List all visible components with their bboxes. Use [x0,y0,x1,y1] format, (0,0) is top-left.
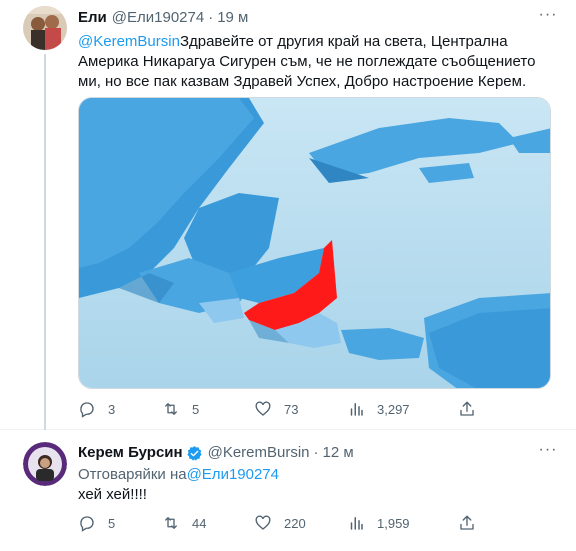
tweet-original[interactable]: Ели @Ели190274 · 19 м ··· @KeremBursinЗд… [0,0,576,430]
views-chart-icon [350,517,363,530]
share-icon [460,515,474,530]
replying-to-label: Отговаряйки на [78,466,187,483]
views-chart-icon [350,403,363,416]
views-button[interactable]: 1,959 [347,514,410,532]
separator-dot: · [313,444,319,461]
retweet-count: 5 [192,401,200,417]
avatar[interactable] [23,442,67,486]
timestamp[interactable]: 12 м [323,443,354,463]
tweet-text: хей хей!!!! [78,486,147,503]
author-handle[interactable]: @KeremBursin [208,443,310,463]
verified-badge-icon [187,445,202,461]
avatar[interactable] [23,6,67,50]
tweet-header: Керем Бурсин @KeremBursin · 12 м [78,443,558,463]
heart-icon [255,515,271,530]
tweet-image[interactable] [78,97,551,389]
reply-count: 5 [108,515,116,531]
separator-dot: · [208,9,214,26]
reply-count: 3 [108,401,116,417]
more-options-icon[interactable]: ··· [538,7,558,28]
retweet-button[interactable]: 5 [162,400,199,418]
share-button[interactable] [458,400,476,418]
tweet-header: Ели @Ели190274 · 19 м [78,8,558,28]
share-icon [460,401,474,416]
timestamp[interactable]: 19 м [217,8,248,28]
tweet-text: @KeremBursinЗдравейте от другия край на … [78,32,558,92]
thread-line [44,54,46,430]
like-button[interactable]: 73 [254,400,298,418]
reply-button[interactable]: 5 [78,514,115,532]
like-count: 220 [284,515,306,531]
reply-icon [80,402,94,418]
views-button[interactable]: 3,297 [347,400,410,418]
reply-button[interactable]: 3 [78,400,115,418]
author-name[interactable]: Ели [78,8,107,28]
tweet-actions: 3 5 73 3,297 [78,400,498,420]
views-count: 3,297 [377,401,410,417]
more-options-icon[interactable]: ··· [538,442,558,463]
retweet-icon [165,517,177,529]
mention-link[interactable]: @KeremBursin [78,33,180,50]
replying-to: Отговаряйки на@Ели190274 [78,465,558,485]
like-button[interactable]: 220 [254,514,306,532]
reply-icon [80,516,94,532]
map-central-america-icon [79,98,550,388]
tweet-content: Ели @Ели190274 · 19 м ··· @KeremBursinЗд… [78,7,558,92]
tweet-actions: 5 44 220 1,959 [78,514,498,534]
mention-link[interactable]: @Ели190274 [187,466,279,483]
tweet-content: Керем Бурсин @KeremBursin · 12 м ··· Отг… [78,442,558,505]
author-handle[interactable]: @Ели190274 [112,8,204,28]
tweet-reply[interactable]: Керем Бурсин @KeremBursin · 12 м ··· Отг… [0,430,576,551]
share-button[interactable] [458,514,476,532]
retweet-button[interactable]: 44 [162,514,206,532]
heart-icon [255,401,271,416]
views-count: 1,959 [377,515,410,531]
retweet-icon [165,403,177,415]
author-name[interactable]: Керем Бурсин [78,443,183,463]
like-count: 73 [284,401,299,417]
retweet-count: 44 [192,515,207,531]
